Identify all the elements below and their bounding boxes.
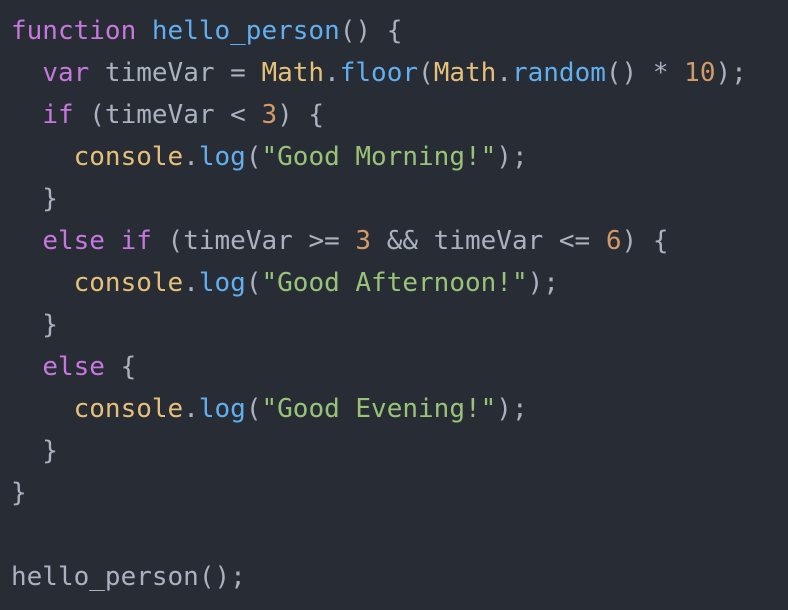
code-line: hello_person();: [11, 556, 788, 598]
code-line: console.log("Good Afternoon!");: [11, 262, 788, 304]
code-token-kw: if: [42, 100, 74, 130]
code-token-plain: (timeVar <: [73, 100, 262, 130]
code-token-plain: .: [183, 394, 199, 424]
code-editor[interactable]: function hello_person() { var timeVar = …: [0, 0, 788, 610]
code-token-obj: Math: [261, 58, 325, 88]
code-token-obj: console: [73, 394, 184, 424]
code-token-kw: function: [11, 16, 137, 46]
code-line: }: [11, 472, 788, 514]
code-token-plain: .: [496, 58, 512, 88]
code-token-meth: floor: [339, 58, 419, 88]
code-token-plain: }: [11, 310, 58, 340]
code-token-plain: hello_person: [11, 562, 199, 592]
code-token-meth: log: [198, 142, 246, 172]
code-token-plain: (: [418, 58, 434, 88]
code-token-plain: && timeVar <=: [371, 226, 606, 256]
code-token-meth: log: [198, 394, 246, 424]
code-token-str: "Good Evening!": [261, 394, 497, 424]
code-line: var timeVar = Math.floor(Math.random() *…: [11, 52, 788, 94]
code-token-plain: () *: [605, 58, 685, 88]
code-token-plain: }: [11, 478, 27, 508]
code-token-plain: timeVar =: [89, 58, 262, 88]
code-token-obj: console: [73, 142, 184, 172]
code-token-plain: );: [527, 268, 559, 298]
code-token-num: 3: [261, 100, 278, 130]
code-token-meth: log: [198, 268, 246, 298]
code-token-str: "Good Afternoon!": [261, 268, 528, 298]
code-line: else if (timeVar >= 3 && timeVar <= 6) {: [11, 220, 788, 262]
code-token-obj: Math: [433, 58, 497, 88]
code-token-plain: {: [104, 352, 137, 382]
code-token-kw: else: [42, 226, 105, 256]
code-token-plain: ) {: [621, 226, 669, 256]
code-token-plain: );: [496, 394, 528, 424]
code-line: }: [11, 304, 788, 346]
code-token-plain: );: [496, 142, 528, 172]
code-token-plain: (: [245, 142, 262, 172]
code-token-plain: () {: [339, 16, 403, 46]
code-token-fn: hello_person: [151, 16, 340, 46]
code-token-plain: (: [245, 394, 262, 424]
code-token-meth: random: [511, 58, 606, 88]
code-token-str: "Good Morning!": [261, 142, 497, 172]
code-line: if (timeVar < 3) {: [11, 94, 788, 136]
code-line: console.log("Good Morning!");: [11, 136, 788, 178]
code-token-plain: );: [715, 58, 747, 88]
code-token-kw: if: [120, 226, 152, 256]
code-token-kw: else: [42, 352, 105, 382]
code-token-plain: }: [11, 184, 58, 214]
code-token-plain: .: [183, 142, 199, 172]
code-token-plain: .: [324, 58, 340, 88]
code-token-num: 3: [355, 226, 372, 256]
code-token-num: 10: [684, 58, 716, 88]
code-token-kw: var: [42, 58, 90, 88]
code-line: else {: [11, 346, 788, 388]
code-token-plain: (: [245, 268, 262, 298]
code-line: function hello_person() {: [11, 10, 788, 52]
code-line: }: [11, 430, 788, 472]
code-token-num: 6: [605, 226, 622, 256]
code-line: }: [11, 178, 788, 220]
code-line: console.log("Good Evening!");: [11, 388, 788, 430]
code-token-plain: (timeVar >=: [151, 226, 356, 256]
code-token-plain: ();: [198, 562, 246, 592]
code-token-obj: console: [73, 268, 184, 298]
code-token-plain: }: [11, 436, 58, 466]
code-token-plain: ) {: [277, 100, 325, 130]
code-token-plain: .: [183, 268, 199, 298]
